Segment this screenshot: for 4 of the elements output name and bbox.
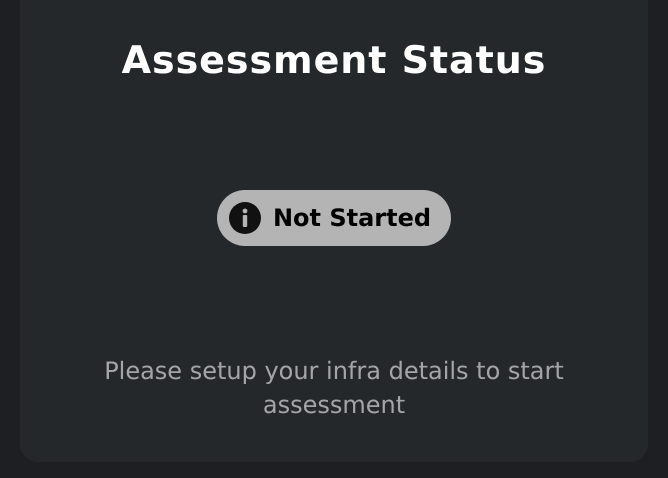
info-icon	[228, 202, 261, 234]
status-message: Please setup your infra details to start assessment	[103, 356, 565, 421]
card-title: Assessment Status	[122, 37, 546, 84]
status-label: Not Started	[272, 203, 432, 234]
